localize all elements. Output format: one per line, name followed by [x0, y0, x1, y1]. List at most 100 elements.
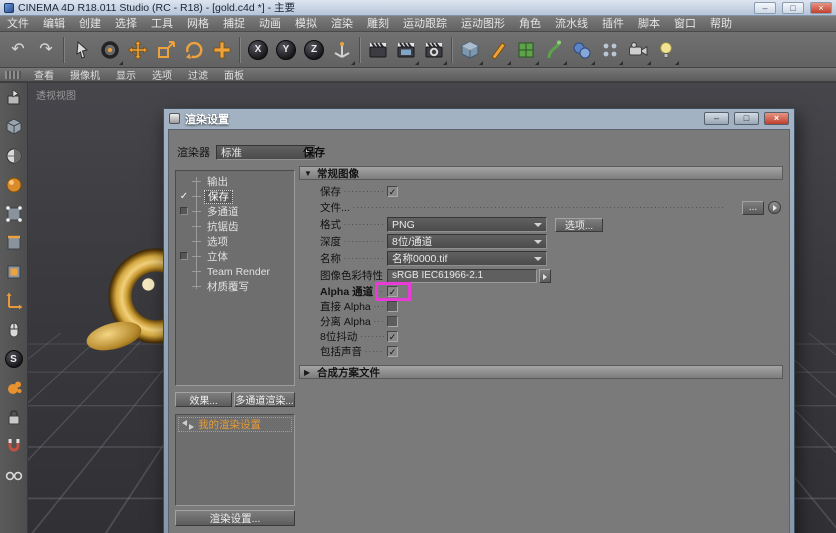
- snap-button[interactable]: S: [3, 348, 25, 370]
- nav-label-material-override[interactable]: 材质覆写: [204, 281, 252, 293]
- menu-character[interactable]: 角色: [512, 16, 548, 32]
- texture-mode-button[interactable]: [3, 145, 25, 167]
- nav-label-output[interactable]: 输出: [204, 176, 231, 188]
- render-settings-toolbar-button[interactable]: [420, 34, 448, 66]
- undo-button[interactable]: ↶: [4, 34, 32, 66]
- nav-item-multipass[interactable]: 多通道: [176, 204, 294, 219]
- glasses-button[interactable]: [3, 464, 25, 486]
- save-enabled-check[interactable]: ✓: [176, 189, 192, 204]
- vp-menu-view[interactable]: 查看: [26, 67, 62, 82]
- array-button[interactable]: [596, 34, 624, 66]
- multipass-checkbox[interactable]: [180, 207, 188, 215]
- polygons-mode-button[interactable]: [3, 261, 25, 283]
- z-axis-lock-button[interactable]: Z: [300, 34, 328, 66]
- format-options-button[interactable]: 选项...: [555, 218, 603, 232]
- straight-alpha-checkbox[interactable]: [387, 301, 398, 312]
- color-profile-more-button[interactable]: [539, 269, 551, 283]
- edges-mode-button[interactable]: [3, 232, 25, 254]
- multipass-render-button[interactable]: 多通道渲染...: [234, 392, 295, 407]
- spline-pen-button[interactable]: [484, 34, 512, 66]
- menu-simulate[interactable]: 模拟: [288, 16, 324, 32]
- live-selection-button[interactable]: [96, 34, 124, 66]
- save-checkbox[interactable]: ✓: [387, 186, 398, 197]
- preset-item-selected[interactable]: 我的渲染设置: [178, 417, 292, 432]
- add-cube-button[interactable]: [456, 34, 484, 66]
- vp-menu-cameras[interactable]: 摄像机: [62, 67, 108, 82]
- nav-item-save[interactable]: ✓ 保存: [176, 189, 294, 204]
- menu-render[interactable]: 渲染: [324, 16, 360, 32]
- menu-snap[interactable]: 捕捉: [216, 16, 252, 32]
- nav-label-antialiasing[interactable]: 抗锯齿: [204, 221, 242, 233]
- dither-checkbox[interactable]: ✓: [387, 331, 398, 342]
- x-axis-lock-button[interactable]: X: [244, 34, 272, 66]
- nav-label-options[interactable]: 选项: [204, 236, 231, 248]
- material-mode-button[interactable]: [3, 174, 25, 196]
- menu-mograph[interactable]: 运动图形: [454, 16, 512, 32]
- select-tool-button[interactable]: [68, 34, 96, 66]
- model-mode-button[interactable]: [3, 116, 25, 138]
- menu-file[interactable]: 文件: [0, 16, 36, 32]
- move-tool-button[interactable]: [124, 34, 152, 66]
- dialog-maximize-button[interactable]: □: [734, 112, 759, 125]
- stereo-checkbox[interactable]: [180, 252, 188, 260]
- points-mode-button[interactable]: [3, 203, 25, 225]
- render-picture-viewer-button[interactable]: [392, 34, 420, 66]
- lock-button[interactable]: [3, 406, 25, 428]
- render-settings-button[interactable]: 渲染设置...: [175, 510, 295, 526]
- window-titlebar[interactable]: CINEMA 4D R18.011 Studio (RC - R18) - [g…: [0, 0, 836, 16]
- subdivision-surface-button[interactable]: [512, 34, 540, 66]
- alpha-channel-checkbox[interactable]: ✓: [387, 286, 398, 297]
- redo-button[interactable]: ↷: [32, 34, 60, 66]
- instance-button[interactable]: [568, 34, 596, 66]
- nav-label-team-render[interactable]: Team Render: [204, 266, 273, 278]
- separate-alpha-checkbox[interactable]: [387, 316, 398, 327]
- vp-menu-options[interactable]: 选项: [144, 67, 180, 82]
- nav-item-material-override[interactable]: 材质覆写: [176, 279, 294, 294]
- nav-item-output[interactable]: 输出: [176, 174, 294, 189]
- format-dropdown[interactable]: PNG: [387, 217, 547, 232]
- window-maximize-button[interactable]: □: [782, 2, 804, 14]
- file-browse-button[interactable]: ...: [742, 201, 764, 215]
- vp-menu-filter[interactable]: 过滤: [180, 67, 216, 82]
- depth-dropdown[interactable]: 8位/通道: [387, 234, 547, 249]
- dialog-minimize-button[interactable]: –: [704, 112, 729, 125]
- sound-checkbox[interactable]: ✓: [387, 346, 398, 357]
- menu-script[interactable]: 脚本: [631, 16, 667, 32]
- menu-create[interactable]: 创建: [72, 16, 108, 32]
- preset-list[interactable]: 我的渲染设置: [175, 414, 295, 506]
- coordinate-system-button[interactable]: [328, 34, 356, 66]
- camera-button[interactable]: [624, 34, 652, 66]
- magnet-button[interactable]: [3, 435, 25, 457]
- drag-grip-icon[interactable]: [5, 71, 21, 79]
- menu-window[interactable]: 窗口: [667, 16, 703, 32]
- enable-axis-button[interactable]: [3, 290, 25, 312]
- nav-item-team-render[interactable]: Team Render: [176, 264, 294, 279]
- dialog-titlebar[interactable]: 渲染设置 – □ ×: [164, 109, 794, 128]
- nav-label-stereo[interactable]: 立体: [204, 251, 231, 263]
- paint-button[interactable]: [3, 377, 25, 399]
- menu-mesh[interactable]: 网格: [180, 16, 216, 32]
- light-button[interactable]: [652, 34, 680, 66]
- viewport-solo-button[interactable]: [3, 319, 25, 341]
- vp-menu-panel[interactable]: 面板: [216, 67, 252, 82]
- window-close-button[interactable]: ×: [810, 2, 832, 14]
- name-format-dropdown[interactable]: 名称0000.tif: [387, 251, 547, 266]
- color-profile-field[interactable]: sRGB IEC61966-2.1: [387, 269, 537, 283]
- section-compositing[interactable]: ▶ 合成方案文件: [299, 365, 783, 379]
- dialog-close-button[interactable]: ×: [764, 112, 789, 125]
- window-minimize-button[interactable]: –: [754, 2, 776, 14]
- scale-tool-button[interactable]: [152, 34, 180, 66]
- menu-animate[interactable]: 动画: [252, 16, 288, 32]
- section-regular-image[interactable]: ▼ 常规图像: [299, 166, 783, 180]
- rotate-tool-button[interactable]: [180, 34, 208, 66]
- y-axis-lock-button[interactable]: Y: [272, 34, 300, 66]
- menu-plugins[interactable]: 插件: [595, 16, 631, 32]
- menu-edit[interactable]: 编辑: [36, 16, 72, 32]
- make-editable-button[interactable]: [3, 87, 25, 109]
- nav-label-multipass[interactable]: 多通道: [204, 206, 242, 218]
- deformer-button[interactable]: [540, 34, 568, 66]
- nav-item-options[interactable]: 选项: [176, 234, 294, 249]
- menu-select[interactable]: 选择: [108, 16, 144, 32]
- menu-help[interactable]: 帮助: [703, 16, 739, 32]
- render-view-button[interactable]: [364, 34, 392, 66]
